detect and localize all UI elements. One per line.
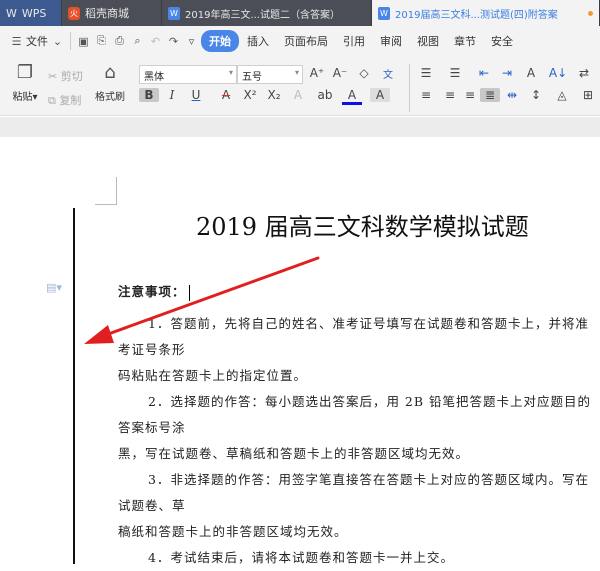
red-arrow-annotation bbox=[84, 256, 320, 344]
arrow-shaft bbox=[98, 256, 320, 339]
arrow-head bbox=[84, 325, 114, 344]
